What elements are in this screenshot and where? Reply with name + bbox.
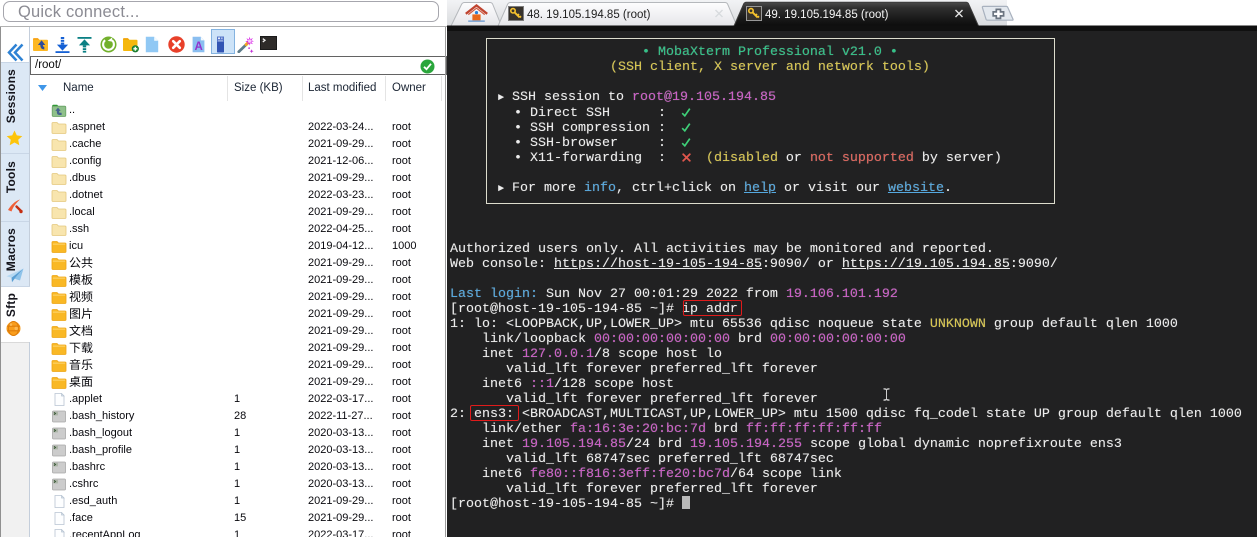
svg-text:48. 19.105.194.85 (root): 48. 19.105.194.85 (root) <box>527 9 651 21</box>
svg-text:49. 19.105.194.85 (root): 49. 19.105.194.85 (root) <box>765 9 889 21</box>
svg-text:A: A <box>195 41 203 53</box>
